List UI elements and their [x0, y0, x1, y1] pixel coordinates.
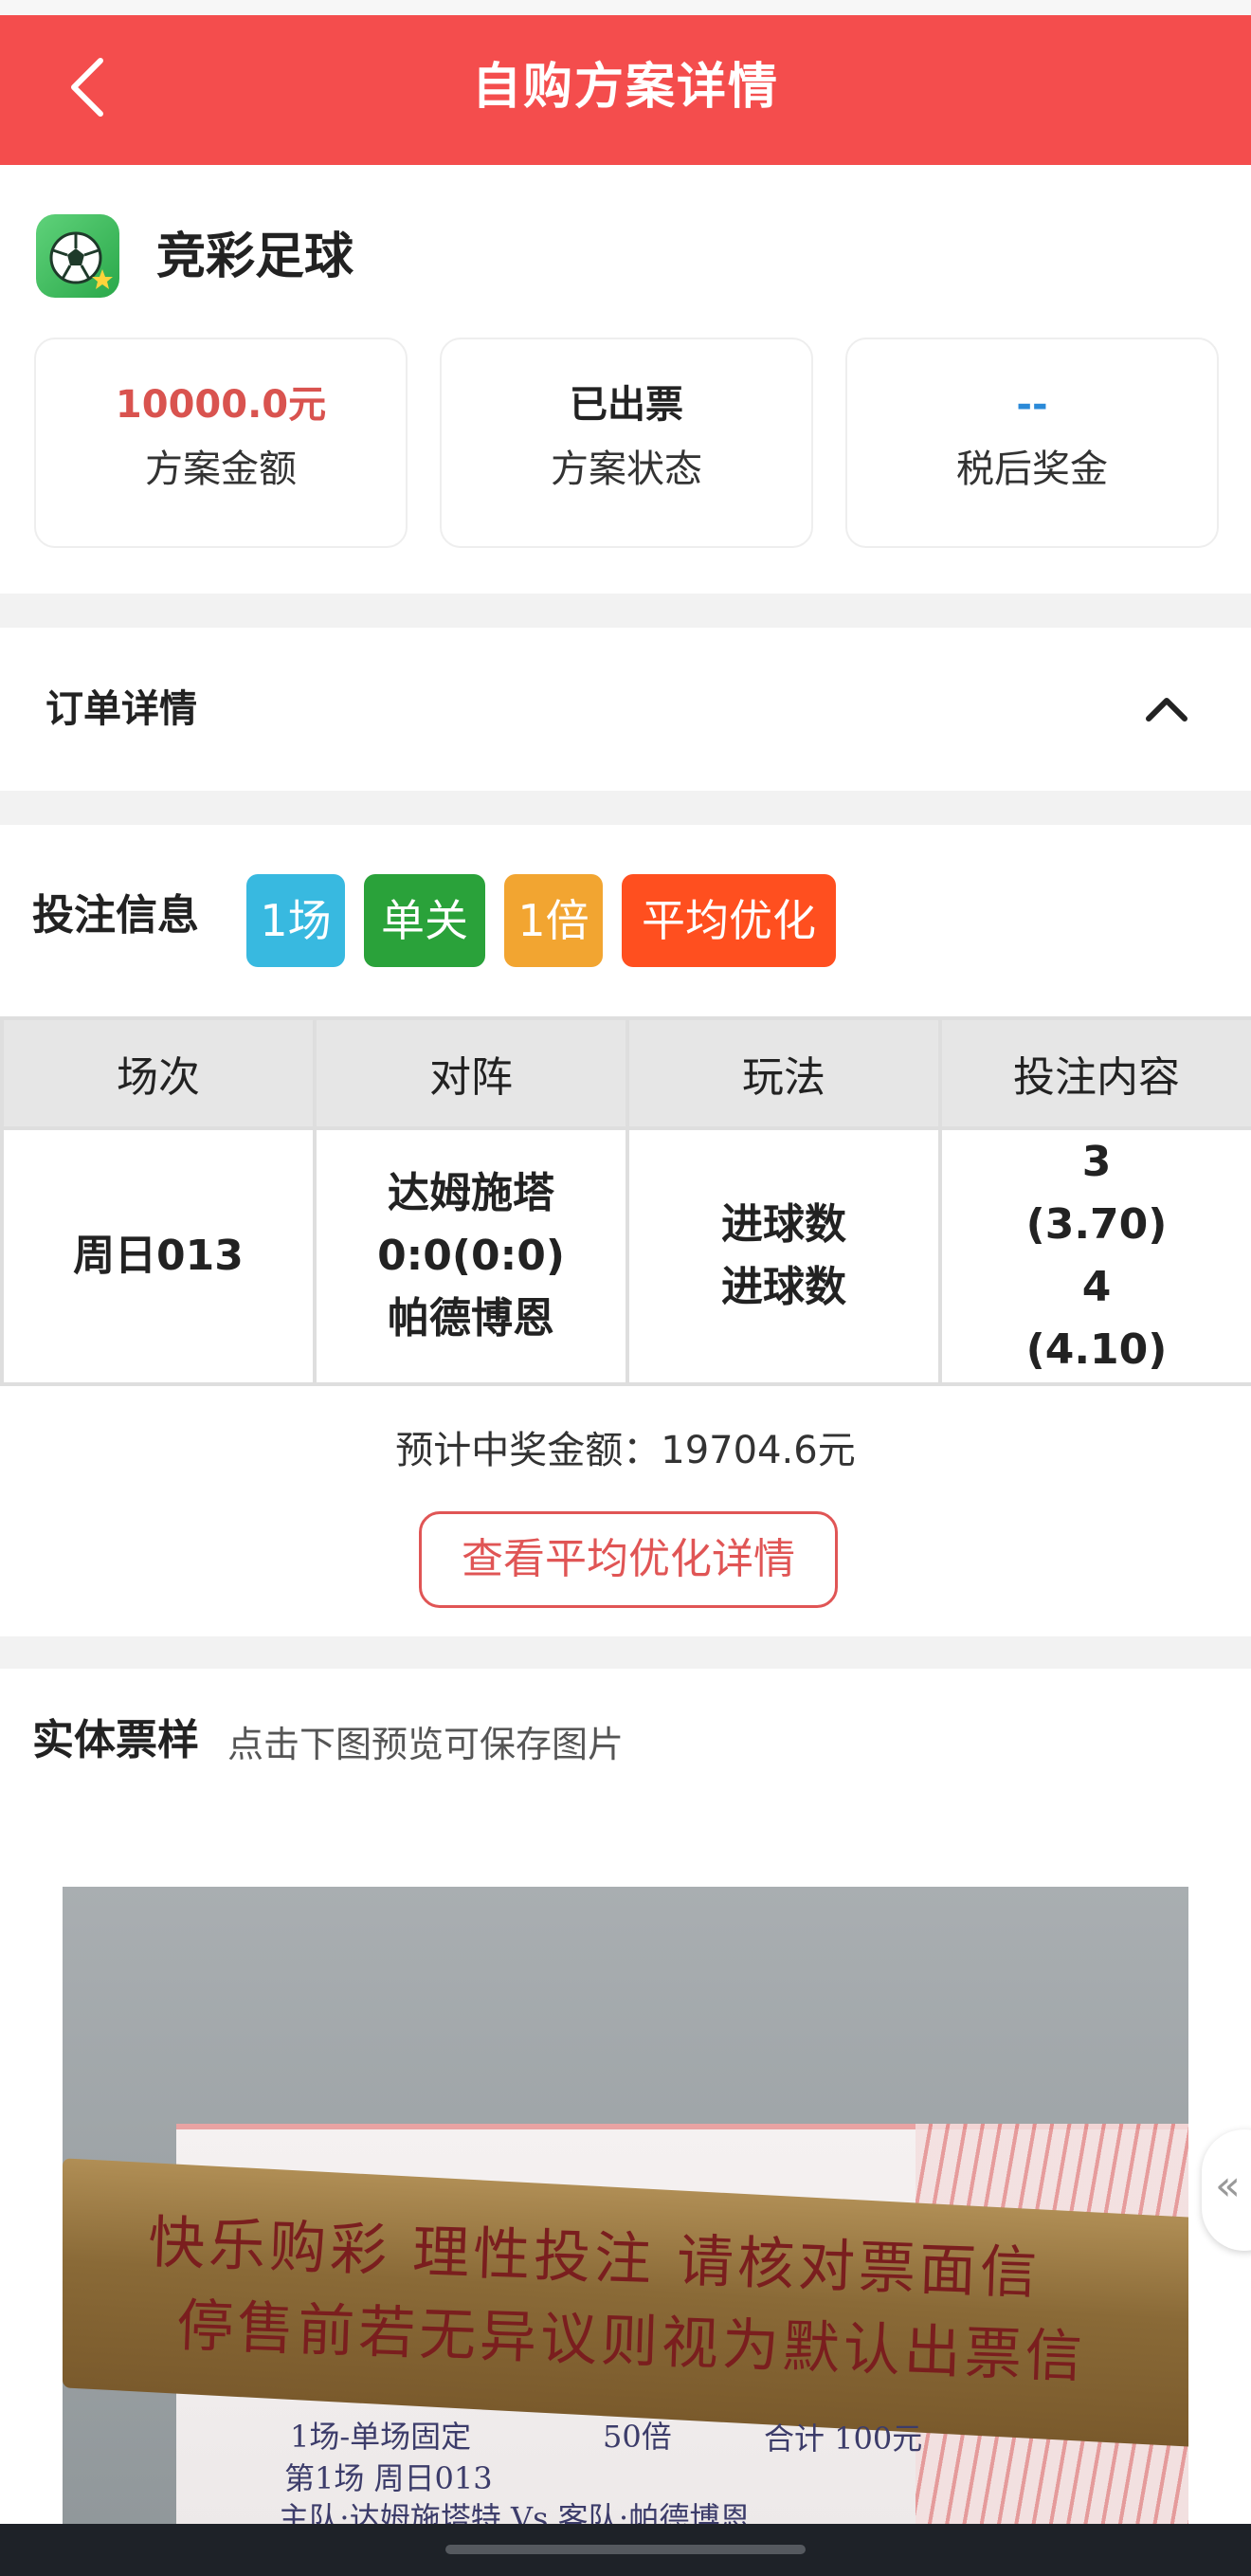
odds-1: (3.70) — [1025, 1200, 1168, 1249]
stat-plan-amount: 10000.0元 方案金额 — [34, 338, 408, 548]
away-team: 帕德博恩 — [388, 1294, 554, 1343]
ticket-text-multiplier: 50倍 — [603, 2419, 672, 2455]
stat-label: 税后奖金 — [956, 448, 1108, 491]
table-header-row: 场次 对阵 玩法 投注内容 — [0, 1016, 1251, 1130]
score: 0:0(0:0) — [377, 1232, 565, 1280]
play-type-2: 进球数 — [721, 1263, 846, 1311]
stat-value: -- — [1016, 383, 1048, 427]
ticket-text-total: 合计 100元 — [764, 2421, 923, 2457]
stat-label: 方案状态 — [551, 448, 702, 491]
home-indicator[interactable] — [445, 2545, 806, 2554]
view-optimization-button[interactable]: 查看平均优化详情 — [419, 1511, 838, 1608]
bet-table: 场次 对阵 玩法 投注内容 周日013 达姆施塔 0:0(0:0) 帕德博恩 进… — [0, 1016, 1251, 1386]
play-type-1: 进球数 — [721, 1200, 846, 1249]
stat-value: 10000.0元 — [115, 383, 327, 427]
page-title: 自购方案详情 — [471, 59, 779, 116]
stat-plan-status: 已出票 方案状态 — [440, 338, 813, 548]
stat-label: 方案金额 — [145, 448, 297, 491]
pick-1: 3 — [1081, 1138, 1112, 1186]
ticket-photo-title: 实体票样 — [32, 1716, 199, 1764]
ticket-photo-hint: 点击下图预览可保存图片 — [227, 1724, 625, 1765]
status-strip — [0, 0, 1251, 15]
home-team: 达姆施塔 — [388, 1169, 554, 1217]
side-expand-button[interactable]: « — [1202, 2129, 1251, 2251]
column-header-fixture: 对阵 — [313, 1016, 629, 1130]
game-name: 竞彩足球 — [156, 228, 354, 285]
football-logo-icon — [36, 214, 119, 298]
estimated-prize: 预计中奖金额：19704.6元 — [395, 1429, 856, 1472]
bet-info-label: 投注信息 — [32, 891, 199, 940]
cell-play-type: 进球数 进球数 — [626, 1126, 942, 1386]
ticket-text-type: 1场-单场固定 — [290, 2419, 472, 2455]
column-header-play-type: 玩法 — [626, 1016, 942, 1130]
column-header-match-no: 场次 — [0, 1016, 317, 1130]
cell-match-no: 周日013 — [0, 1126, 317, 1386]
tag-single: 单关 — [364, 874, 485, 967]
tag-multiplier: 1倍 — [504, 874, 603, 967]
ticket-text-match: 第1场 周日013 — [284, 2460, 493, 2496]
tag-matches: 1场 — [246, 874, 345, 967]
order-details-label: 订单详情 — [45, 687, 197, 731]
double-chevron-left-icon: « — [1215, 2162, 1241, 2210]
column-header-selection: 投注内容 — [938, 1016, 1251, 1130]
ticket-photo[interactable]: 快乐购彩 理性投注 请核对票面信 停售前若无异议则视为默认出票信 1场-单场固定… — [63, 1887, 1188, 2576]
tag-optimization: 平均优化 — [622, 874, 836, 967]
chevron-up-icon[interactable] — [1141, 685, 1192, 736]
cell-fixture: 达姆施塔 0:0(0:0) 帕德博恩 — [313, 1126, 629, 1386]
stat-after-tax-prize: -- 税后奖金 — [845, 338, 1219, 548]
odds-2: (4.10) — [1025, 1325, 1168, 1374]
table-row: 周日013 达姆施塔 0:0(0:0) 帕德博恩 进球数 进球数 3 (3.70… — [0, 1126, 1251, 1386]
pick-2: 4 — [1081, 1263, 1112, 1311]
stat-value: 已出票 — [570, 383, 683, 427]
cell-selection: 3 (3.70) 4 (4.10) — [938, 1126, 1251, 1386]
